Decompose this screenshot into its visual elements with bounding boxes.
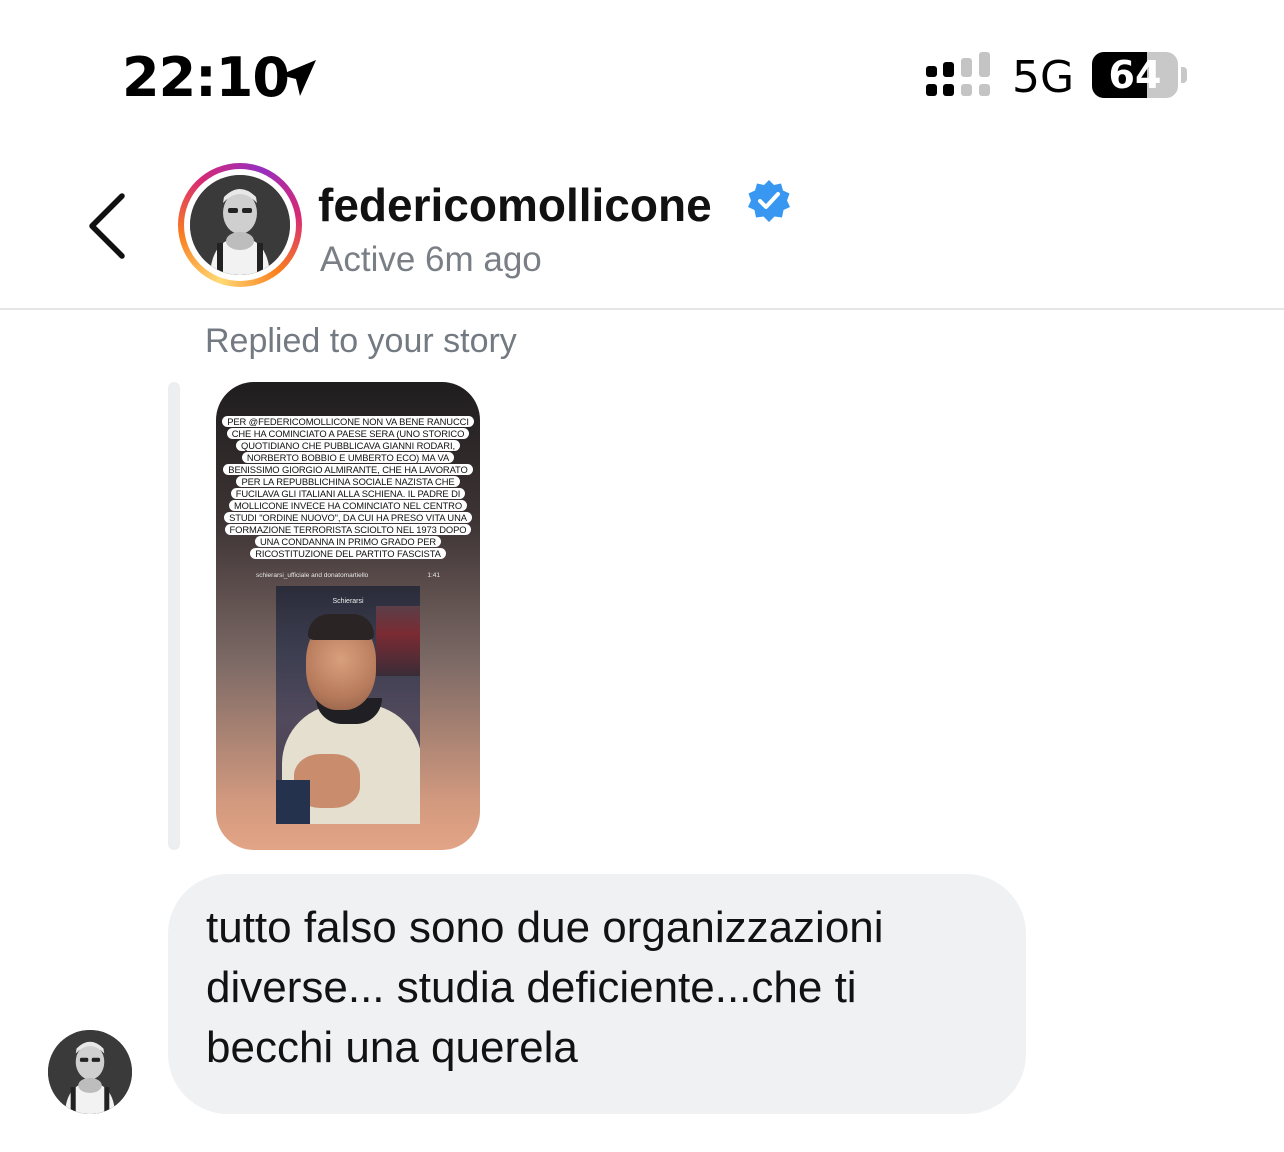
story-preview[interactable]: PER @FEDERICOMOLLICONE NON VA BENE RANUC… (216, 382, 480, 850)
story-text-overlay: PER @FEDERICOMOLLICONE NON VA BENE RANUC… (222, 416, 474, 559)
story-text-line: RICOSTITUZIONE DEL PARTITO FASCISTA (250, 548, 446, 559)
battery-icon: 64 (1092, 52, 1188, 100)
signal-bars-icon (926, 52, 990, 96)
header-avatar[interactable] (178, 163, 302, 287)
story-text-line: MOLLICONE INVECE HA COMINCIATO NEL CENTR… (228, 500, 468, 511)
chevron-left-icon[interactable] (80, 190, 136, 262)
status-time: 22:10 (122, 46, 290, 109)
message-text: tutto falso sono due organizzazioni dive… (206, 903, 884, 1072)
story-text-line: FORMAZIONE TERRORISTA SCIOLTO NEL 1973 D… (224, 524, 472, 535)
battery-percent: 64 (1108, 53, 1162, 97)
sender-avatar[interactable] (48, 1030, 132, 1114)
story-text-line: NORBERTO BOBBIO E UMBERTO ECO) MA VA (241, 452, 455, 463)
story-text-line: UNA CONDANNA IN PRIMO GRADO PER (254, 536, 442, 547)
story-text-line: CHE HA COMINCIATO A PAESE SERA (UNO STOR… (226, 428, 470, 439)
reply-indicator-bar (168, 382, 180, 850)
video-duration: 1:41 (427, 572, 440, 579)
network-label: 5G (1012, 52, 1075, 103)
avatar (48, 1030, 132, 1114)
avatar (190, 175, 290, 275)
active-status: Active 6m ago (320, 240, 542, 279)
status-bar: 22:10 5G 64 (0, 0, 1284, 150)
video-logo: Schierarsi (332, 598, 364, 605)
reply-label: Replied to your story (205, 322, 517, 360)
story-text-line: PER LA REPUBBLICHINA SOCIALE NAZISTA CHE (236, 476, 460, 487)
message-bubble[interactable]: tutto falso sono due organizzazioni dive… (168, 874, 1026, 1114)
story-text-line: BENISSIMO GIORGIO ALMIRANTE, CHE HA LAVO… (223, 464, 473, 475)
story-text-line: QUOTIDIANO CHE PUBBLICAVA GIANNI RODARI, (236, 440, 460, 451)
chat-header: federicomollicone Active 6m ago (0, 150, 1284, 310)
verified-badge-icon (748, 180, 790, 222)
username[interactable]: federicomollicone (318, 178, 712, 232)
video-caption: schierarsi_ufficiale and donatomartiello (256, 572, 369, 579)
story-text-line: PER @FEDERICOMOLLICONE NON VA BENE RANUC… (222, 416, 474, 427)
story-embedded-video: Schierarsi (276, 586, 420, 824)
story-text-line: STUDI "ORDINE NUOVO", DA CUI HA PRESO VI… (224, 512, 472, 523)
location-arrow-icon (280, 60, 316, 96)
story-text-line: FUCILAVA GLI ITALIANI ALLA SCHIENA. IL P… (230, 488, 466, 499)
